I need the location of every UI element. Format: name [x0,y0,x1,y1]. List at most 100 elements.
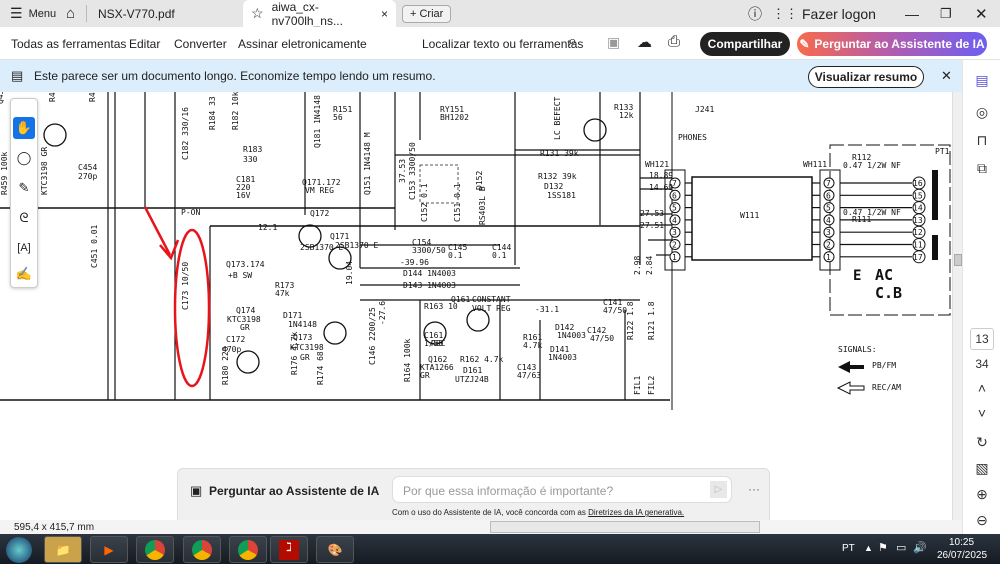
volume-icon[interactable]: 🔊 [913,541,927,554]
language-indicator[interactable]: PT [842,543,855,554]
page-up-icon[interactable]: ˄ [963,380,1000,396]
search-icon[interactable]: ⌕ [568,33,577,51]
pin-label: 2 [672,241,677,250]
flag-icon[interactable]: ⚑ [878,541,888,554]
schematic-label: 47/50 [590,334,614,343]
schematic-label: R182 10k [231,92,240,130]
zoom-out-icon[interactable]: ⊖ [963,512,1000,529]
schematic-label: WH111 [803,160,827,169]
horizontal-scrollbar[interactable] [490,521,760,533]
pin-label: 16 [913,179,923,188]
close-window-icon[interactable]: ✕ [975,0,988,27]
pin-label: 2 [826,241,831,250]
start-button[interactable] [6,537,32,563]
summary-icon: ▤ [11,68,24,83]
tray-up-icon[interactable]: ▲ [864,543,873,553]
schematic-label: GR [300,353,310,362]
schematic-label: VOLT REG [472,304,511,313]
schematic-label: 270p [78,172,97,181]
clock-date[interactable]: 26/07/2025 [937,550,987,561]
schematic-label: R180 220 [221,346,230,385]
edit-menu[interactable]: Editar [129,37,160,51]
clock-time[interactable]: 10:25 [949,537,974,548]
close-banner-icon[interactable]: ✕ [941,68,952,84]
more-options-icon[interactable]: ··· [748,482,760,496]
chrome-icon[interactable] [136,536,174,563]
tab-aiwa[interactable]: ☆ aiwa_cx-nv700lh_ns... × [243,0,396,28]
current-page-field[interactable]: 13 [970,328,994,350]
taskbar: 📁 ▶ ℷ 🎨 PT ▲ ⚑ ▭ 🔊 10:25 26/07/2025 [0,534,1000,564]
explorer-icon[interactable]: 📁 [44,536,82,563]
view-summary-button[interactable]: Visualizar resumo [808,66,924,88]
lasso-tool-icon[interactable]: ᘓ [13,207,35,229]
transistor-symbol [323,321,347,345]
schematic-label: R459 100k [0,151,9,195]
sign-menu[interactable]: Assinar eletronicamente [238,37,367,51]
tab-nsx-v770[interactable]: NSX-V770.pdf [98,0,175,27]
banner-text: Este parece ser um documento longo. Econ… [34,69,436,83]
share-button[interactable]: Compartilhar [700,32,790,56]
zoom-in-icon[interactable]: ⊕ [963,486,1000,503]
paint-icon[interactable]: 🎨 [316,536,354,563]
convert-menu[interactable]: Converter [174,37,227,51]
ai-assistant-panel: ▣ Perguntar ao Assistente de IA Por que … [177,468,770,522]
help-icon[interactable]: ⓘ [748,0,762,27]
apps-grid-icon[interactable]: ⋮⋮ [772,0,798,27]
print-icon[interactable]: ⎙ [668,33,680,50]
all-tools-menu[interactable]: Todas as ferramentas [11,37,126,51]
schematic-label: J241 [695,105,714,114]
text-select-icon[interactable]: [A] [13,237,35,259]
schematic-label: REC [431,339,446,348]
schematic-label: D152 [475,171,484,190]
star-icon[interactable]: ☆ [251,5,264,22]
schematic-label: C173 10/50 [181,262,190,310]
schematic-label: 12k [619,111,634,120]
pen-tool-icon[interactable]: ✎ [13,177,35,199]
acrobat-icon[interactable]: ℷ [270,536,308,563]
schematic-label: E [853,268,861,284]
send-icon[interactable]: ▷ [710,481,727,498]
page-down-icon[interactable]: ˅ [963,405,1000,421]
chrome-profile-icon[interactable] [183,536,221,563]
create-button[interactable]: + Criar [402,5,452,23]
restore-icon[interactable]: ❐ [940,0,952,27]
genai-guidelines-link[interactable]: Diretrizes da IA generativa. [588,508,684,517]
upload-cloud-icon[interactable]: ☁ [637,33,652,51]
toolbar: Todas as ferramentas Editar Converter As… [0,27,1000,60]
rotate-icon[interactable]: ↻ [963,434,1000,451]
menu-button[interactable]: ☰ Menu [10,0,56,27]
schematic-label: Q151 1N4148 M [363,132,372,195]
close-tab-icon[interactable]: × [381,7,388,21]
vertical-scrollbar[interactable] [952,92,962,520]
pages-icon[interactable]: ⧉ [963,160,1000,177]
ai-question-input[interactable]: Por que essa informação é importante? [392,476,732,503]
schematic-label: -39.96 [400,258,429,267]
document-view[interactable]: 7716661555144413331222111117Q452R45R456K… [0,92,952,520]
schematic-label: D143 1N4003 [403,281,456,290]
chrome-profile-b-icon[interactable] [229,536,267,563]
fit-page-icon[interactable]: ▧ [963,460,1000,477]
schematic-label: 1N4148 [288,320,317,329]
comment-tool-icon[interactable]: ◯ [13,147,35,169]
ai-summary-icon[interactable]: ▤ [963,72,1000,89]
sign-tool-icon[interactable]: ✍ [13,263,35,285]
comment-icon[interactable]: ◎ [963,104,1000,121]
bookmark-icon[interactable]: ⊓ [963,132,1000,149]
network-icon[interactable]: ▭ [896,541,906,554]
schematic-label: 47/50 [603,306,627,315]
save-icon[interactable]: ▣ [607,34,620,51]
hand-tool-icon[interactable]: ✋ [13,117,35,139]
pin-label: 12 [913,228,923,237]
login-button[interactable]: Fazer logon [802,0,876,27]
ask-ai-button[interactable]: ✎ Perguntar ao Assistente de IA [797,32,987,56]
schematic-label: R122 1.8 [626,301,635,340]
schematic-label: Q173.174 [226,260,265,269]
media-player-icon[interactable]: ▶ [90,536,128,563]
search-tools[interactable]: Localizar texto ou ferramentas [422,37,583,51]
schematic-label: +B SW [228,271,252,280]
pin-label: 1 [826,253,831,262]
schematic-label: RS403L B [478,186,487,225]
home-icon[interactable]: ⌂ [66,0,75,27]
minimize-icon[interactable]: — [905,0,919,27]
schematic-label: FIL1 [633,376,642,395]
